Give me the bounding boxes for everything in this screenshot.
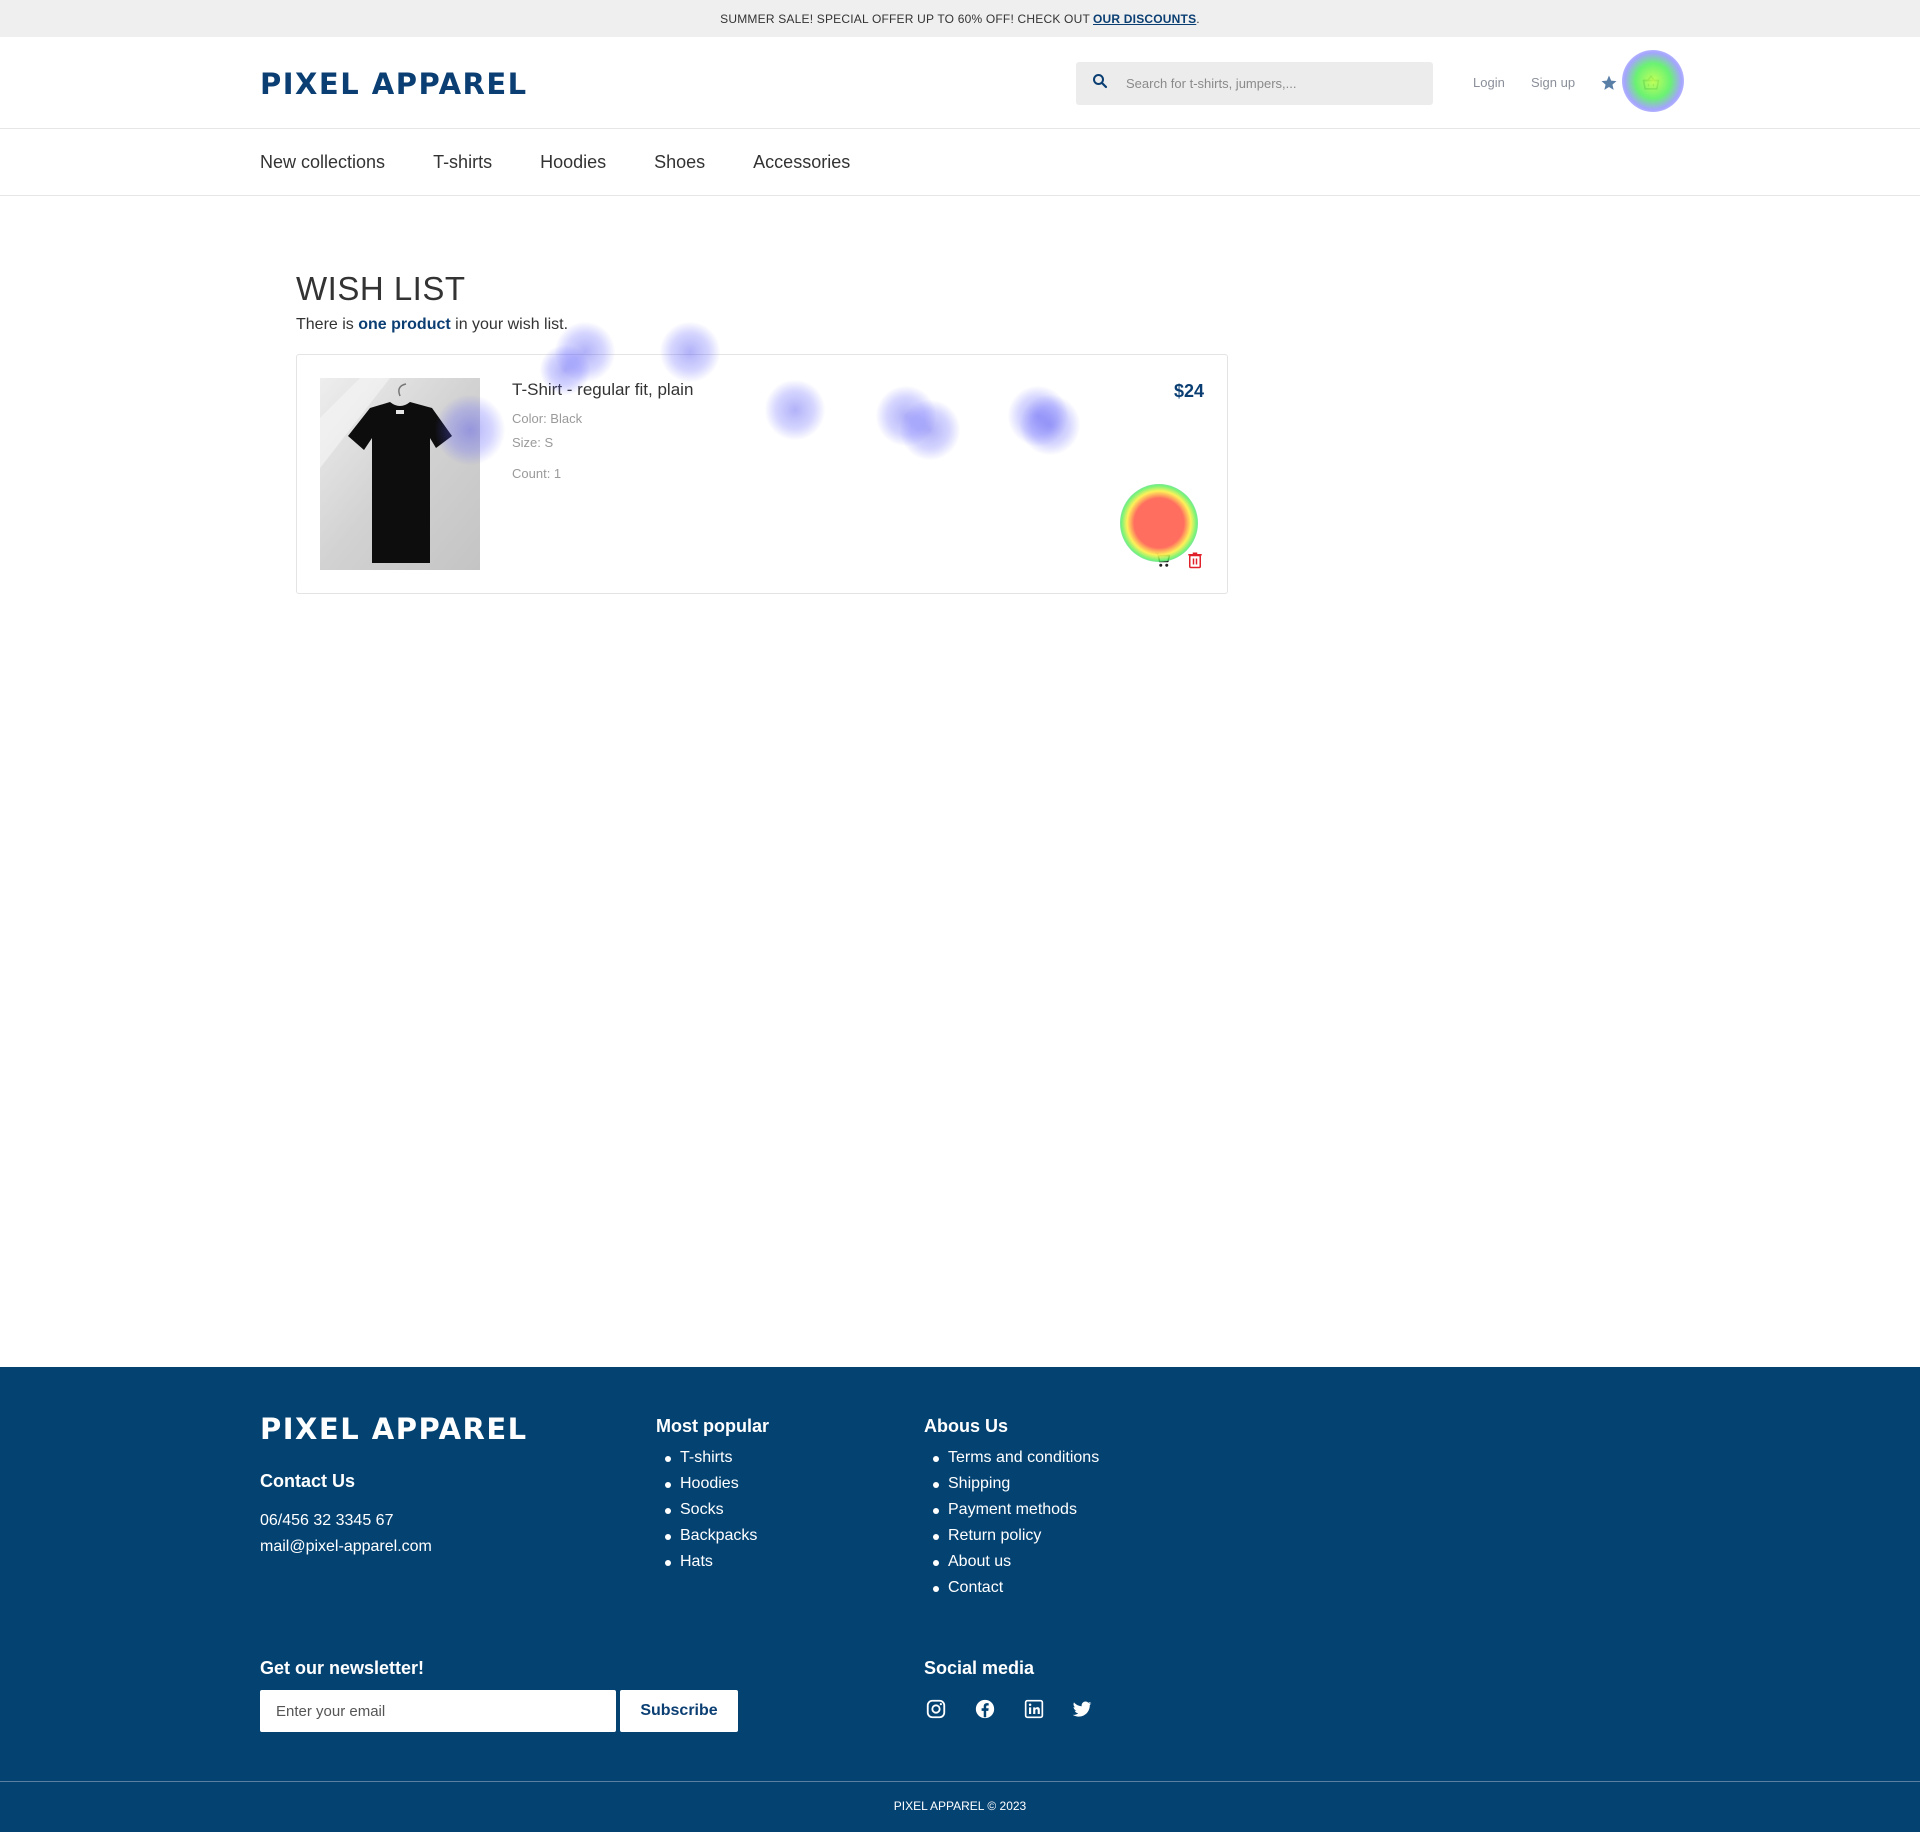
nav-item-hoodies[interactable]: Hoodies [540, 152, 606, 173]
discounts-link[interactable]: OUR DISCOUNTS [1093, 12, 1196, 26]
twitter-icon[interactable] [1070, 1697, 1094, 1721]
main-nav: New collections T-shirts Hoodies Shoes A… [0, 130, 1920, 196]
wishlist-item: T-Shirt - regular fit, plain Color: Blac… [296, 354, 1228, 594]
nav-item-shoes[interactable]: Shoes [654, 152, 705, 173]
newsletter-email-input[interactable] [260, 1690, 616, 1732]
about-item-shipping[interactable]: Shipping [924, 1471, 1099, 1497]
product-size: Size: S [512, 435, 554, 450]
newsletter-title: Get our newsletter! [260, 1658, 425, 1678]
promo-text: SUMMER SALE! SPECIAL OFFER UP TO 60% OFF… [720, 11, 1090, 26]
linkedin-icon[interactable] [1022, 1697, 1046, 1721]
search-input[interactable] [1126, 76, 1416, 91]
popular-item-hats[interactable]: Hats [656, 1549, 757, 1575]
contact-title: Contact Us [260, 1471, 356, 1491]
page-title: WISH LIST [296, 270, 466, 307]
cart-icon[interactable] [1153, 550, 1173, 570]
about-item-payment[interactable]: Payment methods [924, 1497, 1099, 1523]
about-title: Abous Us [924, 1416, 1009, 1436]
copyright: PIXEL APPAREL © 2023 [893, 1799, 1027, 1813]
nav-item-new-collections[interactable]: New collections [260, 152, 385, 173]
login-link[interactable]: Login [1473, 75, 1505, 90]
wishlist-summary: There is one product in your wish list. [296, 316, 568, 334]
about-item-return[interactable]: Return policy [924, 1523, 1099, 1549]
contact-email[interactable]: mail@pixel-apparel.com [260, 1538, 432, 1556]
popular-list: T-shirts Hoodies Socks Backpacks Hats [656, 1445, 757, 1575]
contact-phone[interactable]: 06/456 32 3345 67 [260, 1512, 393, 1530]
site-footer: PIXEL APPAREL Contact Us 06/456 32 3345 … [0, 1367, 1920, 1832]
star-icon[interactable] [1598, 72, 1620, 94]
nav-item-tshirts[interactable]: T-shirts [433, 152, 492, 173]
promo-end: . [1196, 11, 1200, 26]
subscribe-button[interactable]: Subscribe [620, 1690, 738, 1732]
search-icon [1092, 73, 1108, 94]
nav-item-accessories[interactable]: Accessories [753, 152, 850, 173]
popular-item-socks[interactable]: Socks [656, 1497, 757, 1523]
summary-pre: There is [296, 316, 359, 333]
about-item-contact[interactable]: Contact [924, 1575, 1099, 1601]
site-header: PIXEL APPAREL Login Sign up [0, 37, 1920, 129]
product-price: $24 [1173, 381, 1204, 401]
popular-item-hoodies[interactable]: Hoodies [656, 1471, 757, 1497]
promo-bar: SUMMER SALE! SPECIAL OFFER UP TO 60% OFF… [0, 0, 1920, 37]
footer-logo[interactable]: PIXEL APPAREL [260, 1412, 528, 1446]
trash-icon[interactable] [1185, 550, 1205, 570]
logo[interactable]: PIXEL APPAREL [260, 67, 528, 101]
search-box[interactable] [1076, 62, 1433, 105]
summary-count: one product [358, 316, 451, 333]
popular-title: Most popular [656, 1416, 769, 1436]
signup-link[interactable]: Sign up [1531, 75, 1575, 90]
about-item-terms[interactable]: Terms and conditions [924, 1445, 1099, 1471]
about-item-about[interactable]: About us [924, 1549, 1099, 1575]
product-color: Color: Black [512, 411, 583, 426]
social-title: Social media [924, 1658, 1035, 1678]
product-image[interactable] [320, 378, 480, 570]
popular-item-tshirts[interactable]: T-shirts [656, 1445, 757, 1471]
basket-icon[interactable] [1640, 72, 1662, 94]
summary-post: in your wish list. [450, 316, 569, 333]
product-count: Count: 1 [512, 466, 562, 481]
instagram-icon[interactable] [924, 1697, 948, 1721]
product-name[interactable]: T-Shirt - regular fit, plain [512, 380, 693, 400]
facebook-icon[interactable] [973, 1697, 997, 1721]
footer-divider [0, 1781, 1920, 1782]
popular-item-backpacks[interactable]: Backpacks [656, 1523, 757, 1549]
about-list: Terms and conditions Shipping Payment me… [924, 1445, 1099, 1601]
